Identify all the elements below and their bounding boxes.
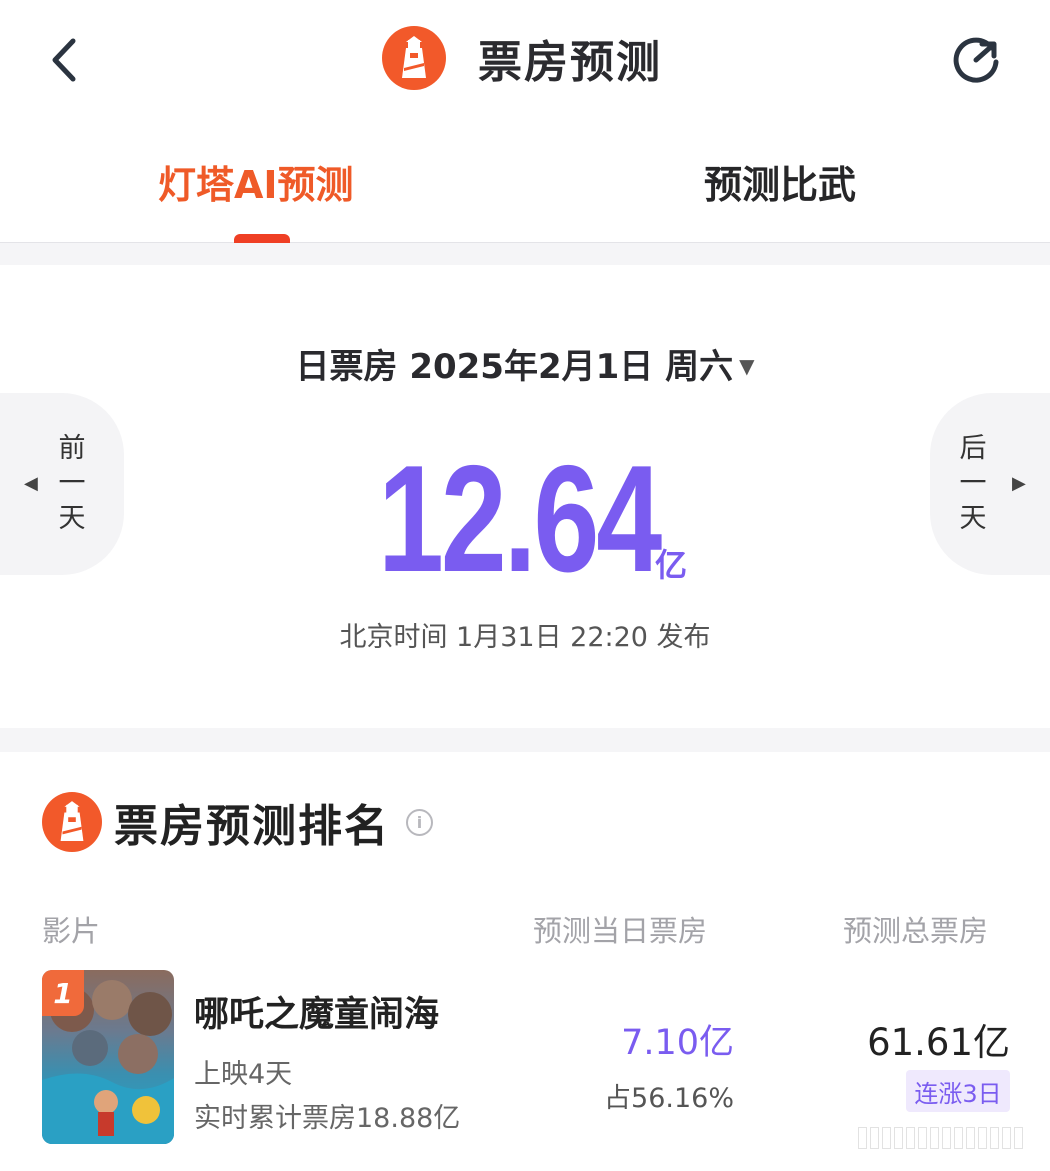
lighthouse-logo-icon bbox=[42, 792, 102, 852]
arrow-left-icon: ◀ bbox=[24, 473, 38, 494]
daily-forecast-value: 12.64 bbox=[378, 434, 662, 604]
top-bar: 票房预测 bbox=[0, 0, 1050, 120]
refresh-button[interactable] bbox=[946, 30, 1006, 90]
ranking-title: 票房预测排名 bbox=[114, 801, 390, 852]
next-day-label: 后 一 天 bbox=[959, 433, 987, 534]
film-release-days: 上映4天 bbox=[194, 1059, 293, 1090]
info-icon[interactable]: i bbox=[406, 808, 433, 836]
film-name: 哪吒之魔童闹海 bbox=[194, 995, 440, 1035]
lighthouse-logo-icon bbox=[382, 26, 446, 90]
caret-down-icon: ▼ bbox=[739, 354, 755, 378]
ranking-header: 票房预测排名 i bbox=[42, 790, 433, 854]
daily-box-office-card: 日票房 2025年2月1日 周六 ▼ ◀ 前 一 天 12.64 亿 后 一 天 … bbox=[0, 265, 1050, 728]
title-group: 票房预测 bbox=[382, 24, 662, 92]
day-forecast-value: 7.10亿 bbox=[621, 1023, 734, 1063]
column-header-total-forecast[interactable]: 预测总票房 bbox=[843, 908, 988, 950]
film-cumulative: 实时累计票房18.88亿 bbox=[194, 1103, 461, 1134]
arrow-right-icon: ▶ bbox=[1012, 473, 1026, 494]
prev-day-button[interactable]: ◀ 前 一 天 bbox=[0, 393, 124, 575]
tab-ai-forecast[interactable]: 灯塔AI预测 bbox=[158, 154, 354, 209]
watermark bbox=[858, 1127, 1038, 1149]
next-day-button[interactable]: 后 一 天 ▶ bbox=[930, 393, 1050, 575]
active-tab-indicator bbox=[234, 234, 290, 243]
date-selector[interactable]: 日票房 2025年2月1日 周六 ▼ bbox=[0, 339, 1050, 388]
prev-day-label: 前 一 天 bbox=[58, 433, 86, 534]
date-label: 日票房 2025年2月1日 周六 bbox=[295, 347, 734, 387]
tab-bar: 灯塔AI预测 预测比武 bbox=[0, 120, 1050, 243]
trend-badge: 连涨3日 bbox=[906, 1070, 1010, 1112]
daily-forecast-unit: 亿 bbox=[655, 546, 688, 584]
tab-forecast-contest[interactable]: 预测比武 bbox=[704, 154, 856, 209]
rank-badge: 1 bbox=[42, 970, 84, 1016]
page-title: 票房预测 bbox=[478, 37, 662, 88]
total-forecast-value: 61.61亿 bbox=[867, 1021, 1010, 1064]
back-button[interactable] bbox=[38, 32, 88, 88]
column-header-film: 影片 bbox=[42, 914, 101, 948]
ranking-card: 票房预测排名 i 影片 预测当日票房 预测总票房 1 哪吒之魔童闹海 上映4天 … bbox=[0, 752, 1050, 1171]
refresh-icon bbox=[953, 37, 999, 83]
day-forecast-share: 占56.16% bbox=[604, 1083, 734, 1114]
column-header-day-forecast[interactable]: 预测当日票房 bbox=[533, 908, 707, 950]
publish-time: 北京时间 1月31日 22:20 发布 bbox=[339, 622, 711, 653]
chevron-left-icon bbox=[52, 38, 76, 82]
